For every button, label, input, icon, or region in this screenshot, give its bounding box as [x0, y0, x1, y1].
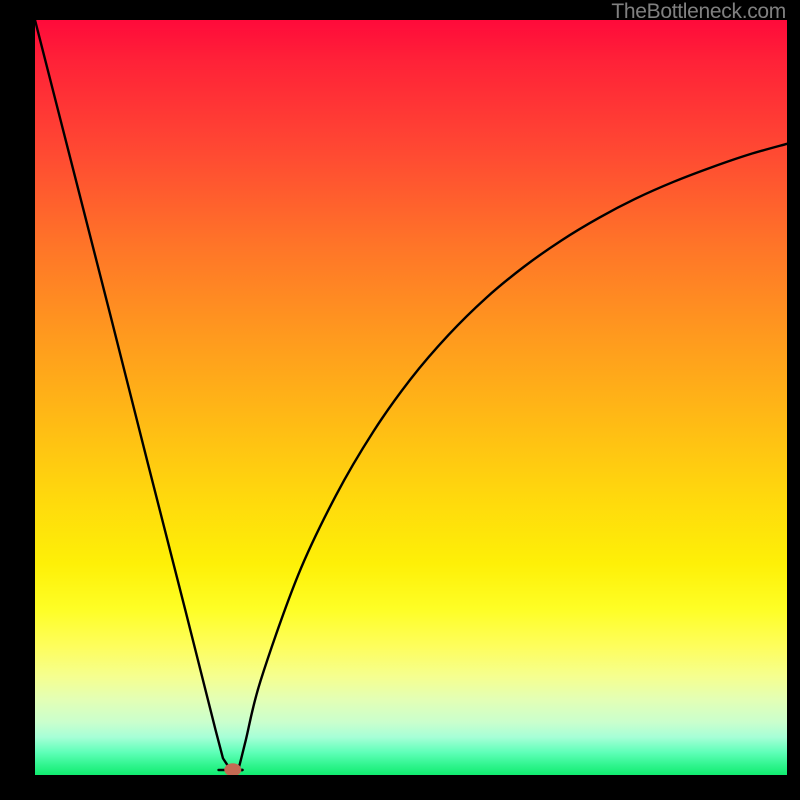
- attribution-text: TheBottleneck.com: [611, 0, 786, 24]
- chart-svg: [35, 20, 787, 775]
- plot-area: [35, 20, 787, 775]
- curve-left-descent: [35, 20, 231, 770]
- chart-frame: TheBottleneck.com: [0, 0, 800, 800]
- curve-right-arc: [234, 144, 787, 772]
